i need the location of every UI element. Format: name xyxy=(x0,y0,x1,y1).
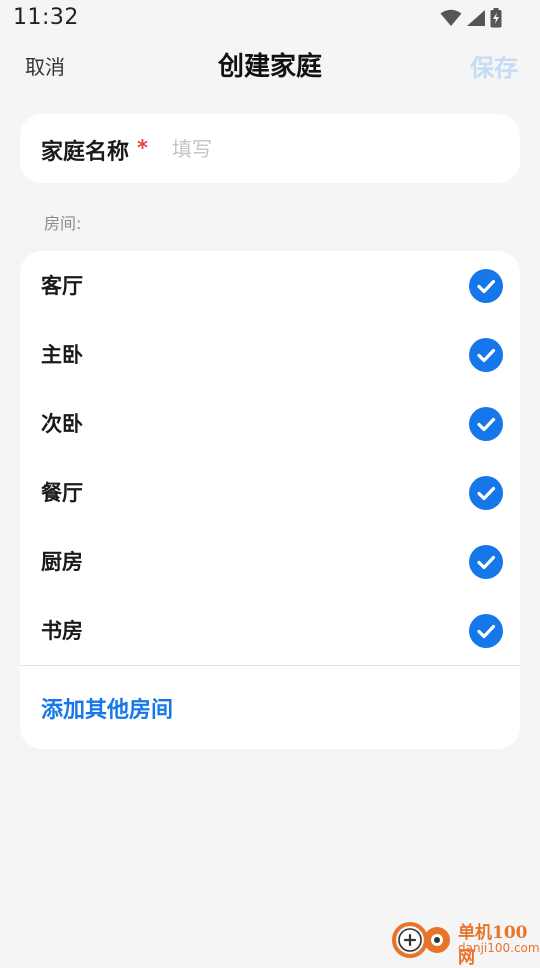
wifi-icon xyxy=(440,9,462,31)
room-name: 厨房 xyxy=(41,550,83,574)
room-name: 餐厅 xyxy=(41,481,83,505)
room-row-living-room[interactable]: 客厅 xyxy=(20,251,520,320)
status-bar: 11:32 xyxy=(0,0,540,38)
family-name-label: 家庭名称 xyxy=(41,140,130,165)
check-circle-icon[interactable] xyxy=(469,407,503,441)
page-title: 创建家庭 xyxy=(217,52,322,82)
room-row-second-bedroom[interactable]: 次卧 xyxy=(20,389,520,458)
status-icons xyxy=(440,8,502,32)
check-circle-icon[interactable] xyxy=(469,338,503,372)
room-name: 客厅 xyxy=(41,274,83,298)
room-row-study[interactable]: 书房 xyxy=(20,596,520,665)
nav-bar: 取消 创建家庭 保存 xyxy=(0,38,540,92)
room-name: 主卧 xyxy=(41,343,83,367)
status-time: 11:32 xyxy=(13,5,79,30)
check-circle-icon[interactable] xyxy=(469,545,503,579)
signal-icon xyxy=(466,9,486,31)
room-name: 次卧 xyxy=(41,412,83,436)
battery-charging-icon xyxy=(490,8,502,32)
watermark-url: danji100.com xyxy=(458,941,540,955)
family-name-input[interactable] xyxy=(172,132,492,166)
rooms-section-label: 房间: xyxy=(44,214,82,233)
watermark-logo-icon xyxy=(390,916,456,964)
rooms-card: 客厅 主卧 次卧 餐厅 厨房 书房 添加其他房间 xyxy=(20,251,520,749)
check-circle-icon[interactable] xyxy=(469,476,503,510)
room-name: 书房 xyxy=(41,619,83,643)
required-mark: * xyxy=(137,136,148,160)
watermark: 单机100网 danji100.com xyxy=(390,916,540,968)
check-circle-icon[interactable] xyxy=(469,614,503,648)
add-other-room-button[interactable]: 添加其他房间 xyxy=(41,692,173,724)
save-button[interactable]: 保存 xyxy=(470,48,518,83)
divider xyxy=(20,665,520,666)
check-circle-icon[interactable] xyxy=(469,269,503,303)
family-name-card: 家庭名称 * xyxy=(20,114,520,183)
room-row-master-bedroom[interactable]: 主卧 xyxy=(20,320,520,389)
room-row-dining-room[interactable]: 餐厅 xyxy=(20,458,520,527)
room-row-kitchen[interactable]: 厨房 xyxy=(20,527,520,596)
